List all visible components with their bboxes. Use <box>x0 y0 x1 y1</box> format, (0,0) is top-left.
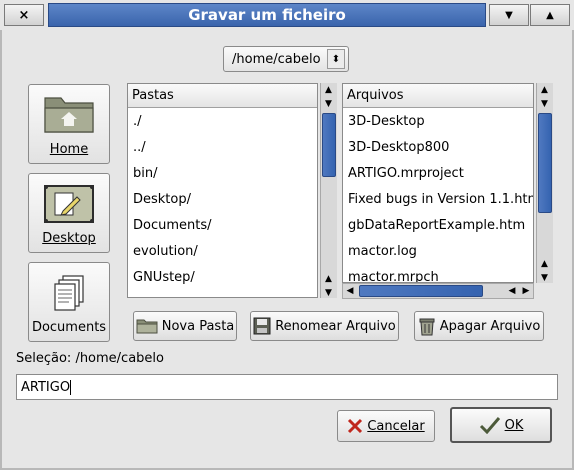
files-horizontal-scrollbar[interactable]: ◀ ◀ ▶ <box>342 283 534 299</box>
list-item[interactable]: ./ <box>128 108 317 134</box>
new-folder-button[interactable]: Nova Pasta <box>133 311 237 341</box>
scroll-down-arrow-icon[interactable]: ▼ <box>537 97 552 111</box>
new-folder-label: Nova Pasta <box>161 318 235 334</box>
folders-vertical-scrollbar[interactable]: ▲ ▼ ▲ ▼ <box>320 83 337 298</box>
filename-input-value: ARTIGO <box>21 379 71 395</box>
rename-file-label: Renomear Arquivo <box>275 318 396 334</box>
scrollbar-thumb[interactable] <box>359 285 483 297</box>
scroll-up-arrow-icon[interactable]: ▲ <box>537 83 552 97</box>
files-items: 3D-Desktop 3D-Desktop800 ARTIGO.mrprojec… <box>343 108 533 283</box>
filename-input[interactable]: ARTIGO <box>16 374 558 400</box>
list-item[interactable]: mactor.log <box>343 238 533 264</box>
trash-icon <box>419 318 435 336</box>
files-vertical-scrollbar[interactable]: ▲ ▼ ▲ ▼ <box>536 83 553 283</box>
home-folder-icon <box>44 97 94 133</box>
chevron-up-icon: ▲ <box>546 9 554 21</box>
chevron-down-icon: ▼ <box>505 9 513 21</box>
files-header-label: Arquivos <box>347 88 404 103</box>
scrollbar-thumb[interactable] <box>538 113 552 213</box>
text-caret <box>70 379 72 395</box>
scroll-up-arrow-icon[interactable]: ▲ <box>321 272 336 286</box>
window-title: Gravar um ficheiro <box>48 3 486 27</box>
scroll-down-arrow-icon[interactable]: ▼ <box>321 286 336 300</box>
scroll-down-arrow-icon[interactable]: ▼ <box>537 271 552 285</box>
scroll-left-arrow-icon[interactable]: ◀ <box>343 284 357 298</box>
floppy-disk-icon <box>253 317 271 335</box>
list-item[interactable]: GNUstep/ <box>128 264 317 290</box>
shortcut-documents-button[interactable]: Documents <box>28 262 110 342</box>
maximize-button[interactable]: ▲ <box>530 4 570 26</box>
cancel-x-icon <box>348 418 363 434</box>
list-item[interactable]: ../ <box>128 134 317 160</box>
list-item[interactable]: evolution/ <box>128 238 317 264</box>
minimize-button[interactable]: ▼ <box>489 4 529 26</box>
shortcut-desktop-button[interactable]: Desktop <box>28 173 110 253</box>
list-item[interactable]: bin/ <box>128 160 317 186</box>
folders-list[interactable]: Pastas ./ ../ bin/ Desktop/ Documents/ e… <box>127 83 318 298</box>
delete-file-label: Apagar Arquivo <box>439 318 541 334</box>
folder-icon <box>136 319 158 334</box>
path-combo[interactable]: /home/cabelo ⬍ <box>223 46 349 72</box>
shortcut-label: Home <box>49 142 89 157</box>
ok-button[interactable]: OK <box>450 407 552 443</box>
shortcut-home-button[interactable]: Home <box>28 84 110 164</box>
documents-icon <box>54 275 84 311</box>
close-button[interactable]: × <box>4 4 44 26</box>
cancel-label: Cancelar <box>367 418 425 434</box>
updown-arrow-icon: ⬍ <box>327 49 345 69</box>
ok-label: OK <box>504 417 524 433</box>
desktop-icon <box>44 185 94 223</box>
files-list[interactable]: Arquivos 3D-Desktop 3D-Desktop800 ARTIGO… <box>342 83 534 283</box>
scrollbar-thumb[interactable] <box>322 113 336 177</box>
rename-file-button[interactable]: Renomear Arquivo <box>250 311 399 341</box>
list-item[interactable]: 3D-Desktop800 <box>343 134 533 160</box>
delete-file-button[interactable]: Apagar Arquivo <box>414 311 544 341</box>
folders-header-label: Pastas <box>132 88 174 103</box>
scroll-down-arrow-icon[interactable]: ▼ <box>321 97 336 111</box>
scroll-left-arrow-icon[interactable]: ◀ <box>505 284 519 298</box>
checkmark-icon <box>479 417 500 434</box>
scroll-up-arrow-icon[interactable]: ▲ <box>537 257 552 271</box>
shortcut-label: Desktop <box>42 231 96 246</box>
scroll-right-arrow-icon[interactable]: ▶ <box>519 284 533 298</box>
path-combo-value: /home/cabelo <box>232 51 321 67</box>
scroll-up-arrow-icon[interactable]: ▲ <box>321 83 336 97</box>
list-item[interactable]: Documents/ <box>128 212 317 238</box>
list-item[interactable]: mactor.mrpch <box>343 264 533 283</box>
selection-label: Seleção: /home/cabelo <box>16 351 164 366</box>
list-item[interactable]: 3D-Desktop <box>343 108 533 134</box>
folders-column-header[interactable]: Pastas <box>128 84 317 108</box>
shortcut-label: Documents <box>31 320 107 335</box>
files-column-header[interactable]: Arquivos <box>343 84 533 108</box>
list-item[interactable]: ARTIGO.mrproject <box>343 160 533 186</box>
close-icon: × <box>18 7 30 23</box>
list-item[interactable]: Fixed bugs in Version 1.1.htm <box>343 186 533 212</box>
list-item[interactable]: gbDataReportExample.htm <box>343 212 533 238</box>
folders-items: ./ ../ bin/ Desktop/ Documents/ evolutio… <box>128 108 317 290</box>
cancel-button[interactable]: Cancelar <box>337 410 435 442</box>
list-item[interactable]: Desktop/ <box>128 186 317 212</box>
